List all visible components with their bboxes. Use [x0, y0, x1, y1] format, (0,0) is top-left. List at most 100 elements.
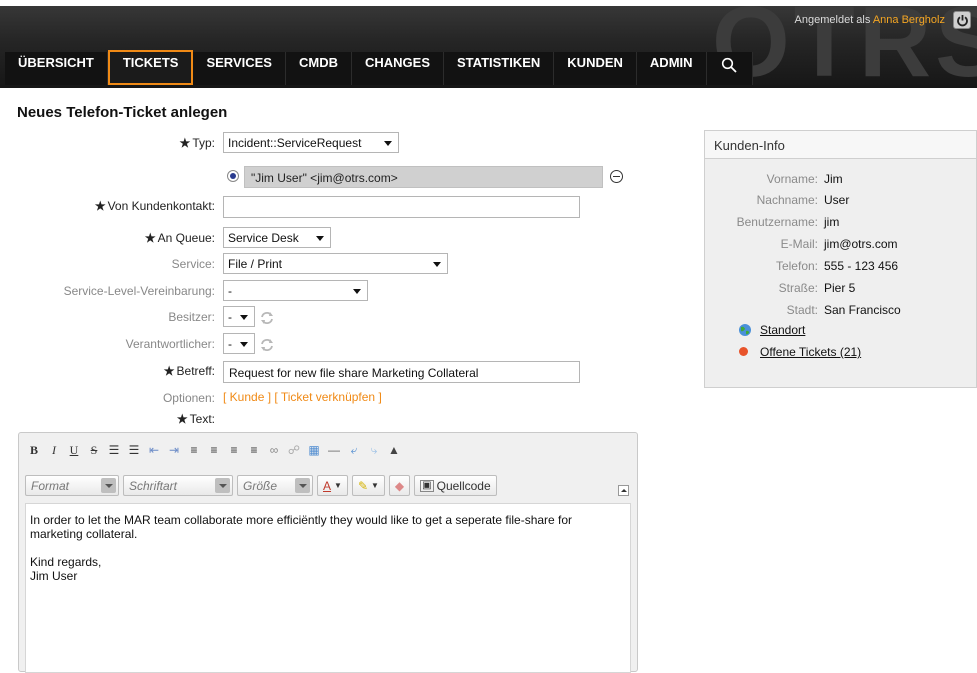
field-value: San Francisco — [824, 303, 901, 317]
text-color-button[interactable]: A ▼ — [317, 475, 348, 496]
chevron-down-icon — [240, 342, 248, 347]
field-value: jim@otrs.com — [824, 237, 898, 251]
field-key: Straße: — [778, 281, 818, 295]
align-left-icon[interactable]: ≡ — [185, 441, 203, 459]
logged-in-user-link[interactable]: Anna Bergholz — [873, 14, 945, 26]
open-tickets-dot — [739, 347, 748, 356]
from-customer-input[interactable] — [223, 196, 580, 218]
customer-field-row: Stadt: San Francisco — [705, 303, 977, 318]
horizontal-rule-icon[interactable]: — — [325, 441, 343, 459]
responsible-select[interactable]: - — [223, 333, 255, 354]
strikethrough-icon[interactable]: S — [85, 441, 103, 459]
location-link[interactable]: Standort — [760, 323, 805, 337]
queue-select[interactable]: Service Desk — [223, 227, 331, 248]
size-combo[interactable]: Größe — [237, 475, 313, 496]
editor-body[interactable]: In order to let the MAR team collaborate… — [25, 503, 631, 673]
subject-input[interactable]: Request for new file share Marketing Col… — [223, 361, 580, 383]
size-combo-label: Größe — [243, 478, 278, 493]
customer-field-row: Benutzername: jim — [705, 215, 977, 230]
field-key: Benutzername: — [736, 215, 818, 229]
nav-services[interactable]: SERVICES — [193, 52, 286, 85]
bulleted-list-icon[interactable]: ☰ — [125, 441, 143, 459]
owner-select[interactable]: - — [223, 306, 255, 327]
body-paragraph: In order to let the MAR team collaborate… — [30, 513, 573, 541]
sla-select[interactable]: - — [223, 280, 368, 301]
indent-icon[interactable]: ⇥ — [165, 441, 183, 459]
customer-field-row: Telefon: 555 - 123 456 — [705, 259, 977, 274]
app-header: OTRS Angemeldet als Anna Bergholz ÜBERSI… — [0, 0, 977, 88]
logout-button[interactable] — [953, 11, 971, 29]
eraser-icon: ◆ — [394, 478, 405, 493]
image-icon[interactable]: ▦ — [305, 441, 323, 459]
options-links: [ Kunde ] [ Ticket verknüpfen ] — [223, 390, 382, 404]
unlink-icon[interactable]: ☍ — [285, 441, 303, 459]
justify-icon[interactable]: ≡ — [245, 441, 263, 459]
format-combo[interactable]: Format — [25, 475, 119, 496]
font-combo-label: Schriftart — [129, 478, 178, 493]
subject-label: ★ Betreff: — [163, 364, 215, 378]
outdent-icon[interactable]: ⇤ — [145, 441, 163, 459]
type-select[interactable]: Incident::ServiceRequest — [223, 132, 399, 153]
body-paragraph: Kind regards, Jim User — [30, 555, 102, 583]
field-value: Jim — [824, 172, 843, 186]
nav-search-button[interactable] — [706, 52, 753, 85]
source-button[interactable]: ▣ Quellcode — [414, 475, 497, 496]
find-icon[interactable]: ▲ — [385, 441, 403, 459]
rich-text-editor: B I U S ☰ ☰ ⇤ ⇥ ≡ ≡ ≡ ≡ ∞ ☍ ▦ — ⤶ ⤷ ▲ Fo… — [18, 432, 638, 673]
nav-overview[interactable]: ÜBERSICHT — [5, 52, 108, 85]
queue-label: ★ An Queue: — [144, 231, 215, 245]
chevron-down-icon — [316, 236, 324, 241]
refresh-responsible-icon[interactable] — [260, 338, 274, 352]
refresh-owner-icon[interactable] — [260, 311, 274, 325]
font-combo[interactable]: Schriftart — [123, 475, 233, 496]
editor-format-toolbar: Format Schriftart Größe A ▼ ✎ ▼ ◆ ▣ Quellc… — [25, 475, 497, 496]
responsible-select-value: - — [228, 337, 232, 351]
field-value: Pier 5 — [824, 281, 856, 295]
login-info: Angemeldet als Anna Bergholz — [795, 14, 945, 26]
underline-icon[interactable]: U — [65, 441, 83, 459]
search-icon — [721, 57, 737, 73]
customer-field-row: Nachname: User — [705, 193, 977, 208]
align-center-icon[interactable]: ≡ — [205, 441, 223, 459]
owner-select-value: - — [228, 310, 232, 324]
italic-icon[interactable]: I — [45, 441, 63, 459]
numbered-list-icon[interactable]: ☰ — [105, 441, 123, 459]
open-tickets-link[interactable]: Offene Tickets (21) — [760, 345, 861, 359]
customer-field-row: Straße: Pier 5 — [705, 281, 977, 296]
owner-label: Besitzer: — [168, 310, 215, 324]
chevron-down-icon — [295, 478, 310, 493]
nav-statistics[interactable]: STATISTIKEN — [444, 52, 555, 85]
chevron-down-icon — [240, 315, 248, 320]
remove-format-button[interactable]: ◆ — [388, 475, 411, 496]
typ-label: ★ Typ: — [179, 136, 215, 150]
link-icon[interactable]: ∞ — [265, 441, 283, 459]
field-value: User — [824, 193, 850, 207]
customer-radio[interactable] — [227, 170, 239, 182]
source-button-label: Quellcode — [436, 478, 491, 493]
queue-select-value: Service Desk — [228, 231, 299, 245]
nav-cmdb[interactable]: CMDB — [285, 52, 352, 85]
options-link-ticket-link[interactable]: [ Ticket verknüpfen ] — [274, 390, 381, 404]
nav-admin[interactable]: ADMIN — [636, 52, 707, 85]
nav-changes[interactable]: CHANGES — [351, 52, 444, 85]
background-color-button[interactable]: ✎ ▼ — [351, 475, 385, 496]
nav-customers[interactable]: KUNDEN — [554, 52, 637, 85]
field-key: E-Mail: — [780, 237, 818, 251]
undo-icon[interactable]: ⤶ — [345, 441, 363, 459]
redo-icon[interactable]: ⤷ — [365, 441, 383, 459]
customer-field-row: Vorname: Jim — [705, 172, 977, 187]
format-combo-label: Format — [31, 478, 70, 493]
remove-customer-icon[interactable] — [610, 170, 623, 183]
collapse-toolbar-button[interactable] — [618, 485, 629, 496]
options-customer-link[interactable]: [ Kunde ] — [223, 390, 271, 404]
align-right-icon[interactable]: ≡ — [225, 441, 243, 459]
from-customer-label: ★ Von Kundenkontakt: — [94, 199, 215, 213]
page-title: Neues Telefon-Ticket anlegen — [17, 104, 228, 121]
source-icon: ▣ — [420, 479, 434, 492]
bold-icon[interactable]: B — [25, 441, 43, 459]
chevron-down-icon — [215, 478, 230, 493]
service-select[interactable]: File / Print — [223, 253, 448, 274]
nav-tickets[interactable]: TICKETS — [107, 50, 194, 85]
power-icon — [957, 15, 968, 27]
chevron-down-icon — [353, 289, 361, 294]
